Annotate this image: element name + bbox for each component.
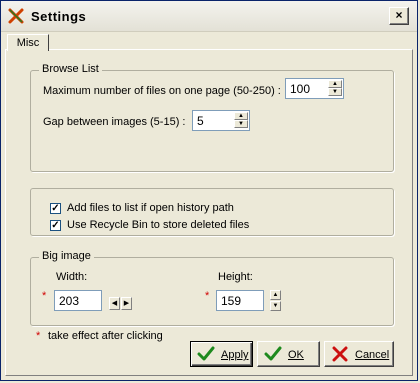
height-value[interactable]: 159 xyxy=(221,294,241,308)
width-required-star: * xyxy=(42,290,47,302)
height-required-star: * xyxy=(205,290,210,302)
height-label: Height: xyxy=(218,271,253,283)
height-increase-icon[interactable]: ▲ xyxy=(270,290,281,300)
apply-button[interactable]: Apply xyxy=(190,341,253,367)
height-decrease-icon[interactable]: ▼ xyxy=(270,301,281,311)
browse-list-title: Browse List xyxy=(39,63,102,75)
tab-panel-misc: Browse List Maximum number of files on o… xyxy=(5,49,413,376)
spin-down-icon[interactable]: ▼ xyxy=(234,120,248,128)
add-files-label[interactable]: Add files to list if open history path xyxy=(67,202,234,214)
spin-up-icon[interactable]: ▲ xyxy=(328,80,342,88)
max-files-value[interactable]: 100 xyxy=(290,82,310,96)
tab-misc[interactable]: Misc xyxy=(7,34,49,51)
width-label: Width: xyxy=(56,271,88,283)
big-image-title: Big image xyxy=(39,250,94,262)
add-files-checkbox[interactable]: ✓ xyxy=(50,203,61,214)
spin-down-icon[interactable]: ▼ xyxy=(328,88,342,96)
gap-spinner[interactable]: 5 ▲ ▼ xyxy=(192,110,250,131)
recycle-bin-checkbox[interactable]: ✓ xyxy=(50,220,61,231)
red-x-icon xyxy=(332,346,348,362)
apply-label: Apply xyxy=(221,349,249,361)
cancel-button[interactable]: Cancel xyxy=(324,341,394,367)
width-decrease-icon[interactable]: ◀ xyxy=(109,297,120,310)
title-bar: Settings × xyxy=(1,1,417,32)
width-increase-icon[interactable]: ▶ xyxy=(121,297,132,310)
width-input[interactable]: 203 xyxy=(54,290,102,311)
gap-value[interactable]: 5 xyxy=(197,114,204,128)
max-files-label: Maximum number of files on one page (50-… xyxy=(43,85,281,97)
cancel-label: Cancel xyxy=(355,349,390,361)
ok-label: OK xyxy=(288,349,304,361)
spin-up-icon[interactable]: ▲ xyxy=(234,112,248,120)
window-title: Settings xyxy=(31,9,87,24)
gap-label: Gap between images (5-15) : xyxy=(43,116,186,128)
checkmark-icon xyxy=(197,346,215,361)
note-text: take effect after clicking xyxy=(48,330,163,342)
note-star: * xyxy=(36,330,41,342)
app-x-icon xyxy=(8,8,24,24)
checkmark-icon xyxy=(264,346,282,361)
recycle-bin-label[interactable]: Use Recycle Bin to store deleted files xyxy=(67,219,249,231)
settings-dialog: Settings × Misc Browse List Maximum numb… xyxy=(0,0,418,381)
ok-button[interactable]: OK xyxy=(257,341,320,367)
width-value[interactable]: 203 xyxy=(59,294,79,308)
max-files-spinner[interactable]: 100 ▲ ▼ xyxy=(285,78,344,99)
close-button[interactable]: × xyxy=(389,7,409,25)
height-input[interactable]: 159 xyxy=(216,290,264,311)
